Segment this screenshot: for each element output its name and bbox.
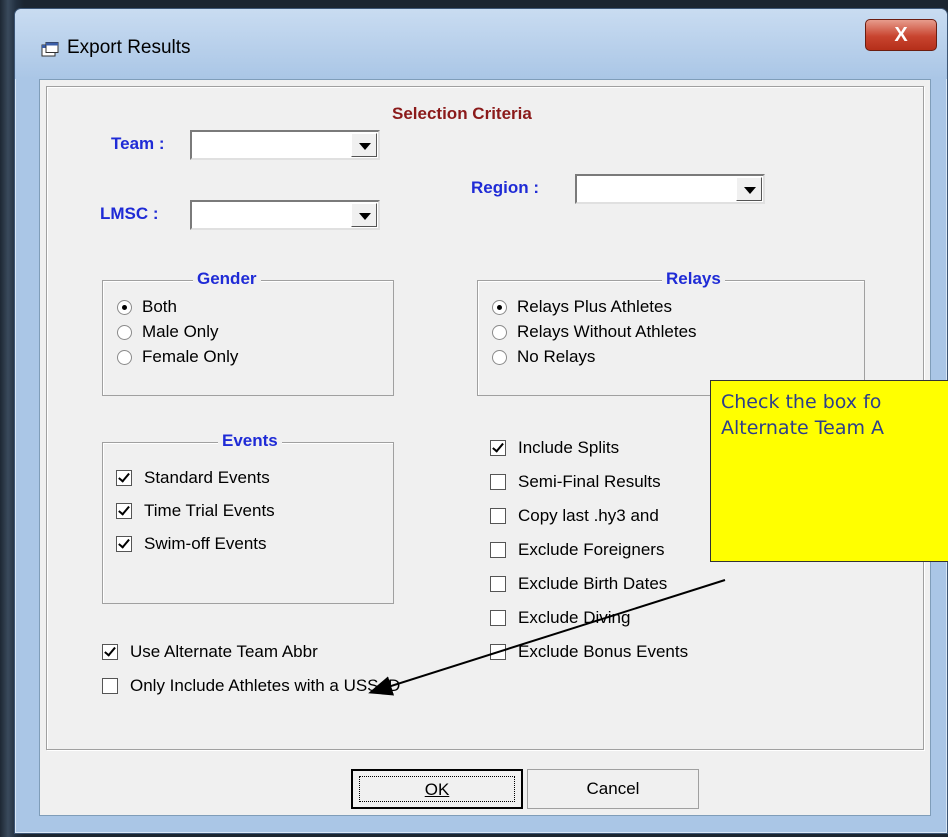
relays-group: Relays Relays Plus Athletes Relays Witho… xyxy=(477,269,865,396)
gender-both-label: Both xyxy=(142,297,177,316)
gender-title: Gender xyxy=(193,269,261,289)
no-relays-label: No Relays xyxy=(517,347,596,366)
relays-plus-radio[interactable]: Relays Plus Athletes xyxy=(492,297,672,317)
checkbox-checked-icon xyxy=(116,503,132,519)
chevron-down-icon[interactable] xyxy=(736,177,762,201)
gender-male-radio[interactable]: Male Only xyxy=(117,322,219,342)
ok-button[interactable]: OK xyxy=(351,769,523,809)
time-trial-events-checkbox[interactable]: Time Trial Events xyxy=(116,501,275,521)
checkbox-icon xyxy=(490,610,506,626)
semi-final-results-label: Semi-Final Results xyxy=(518,472,661,491)
title-bar[interactable]: Export Results X xyxy=(15,9,947,79)
radio-icon xyxy=(117,324,132,340)
events-title: Events xyxy=(218,431,282,451)
chevron-down-icon[interactable] xyxy=(351,203,377,227)
checkbox-icon xyxy=(490,576,506,592)
gender-female-radio[interactable]: Female Only xyxy=(117,347,238,367)
annotation-callout: Check the box fo Alternate Team A xyxy=(710,380,948,562)
swim-off-events-checkbox[interactable]: Swim-off Events xyxy=(116,534,267,554)
checkbox-checked-icon xyxy=(116,470,132,486)
include-splits-checkbox[interactable]: Include Splits xyxy=(490,438,619,458)
lmsc-label: LMSC : xyxy=(100,204,159,223)
gender-female-label: Female Only xyxy=(142,347,239,366)
region-label: Region : xyxy=(471,178,539,197)
team-dropdown[interactable] xyxy=(190,130,380,160)
copy-last-hy3-label: Copy last .hy3 and xyxy=(518,506,659,525)
checkbox-icon xyxy=(102,678,118,694)
radio-selected-icon xyxy=(492,299,507,315)
relays-without-label: Relays Without Athletes xyxy=(517,322,697,341)
lmsc-dropdown[interactable] xyxy=(190,200,380,230)
region-dropdown[interactable] xyxy=(575,174,765,204)
include-splits-label: Include Splits xyxy=(518,438,620,457)
exclude-birth-dates-checkbox[interactable]: Exclude Birth Dates xyxy=(490,574,667,594)
checkbox-icon xyxy=(490,474,506,490)
events-group: Events Standard Events Time Trial Events… xyxy=(102,431,394,604)
standard-events-checkbox[interactable]: Standard Events xyxy=(116,468,270,488)
exclude-foreigners-checkbox[interactable]: Exclude Foreigners xyxy=(490,540,664,560)
window-title: Export Results xyxy=(67,37,191,58)
only-uss-id-label: Only Include Athletes with a USS ID xyxy=(130,676,401,695)
callout-line-2: Alternate Team A xyxy=(721,417,885,439)
semi-final-results-checkbox[interactable]: Semi-Final Results xyxy=(490,472,661,492)
exclude-diving-checkbox[interactable]: Exclude Diving xyxy=(490,608,630,628)
exclude-bonus-events-checkbox[interactable]: Exclude Bonus Events xyxy=(490,642,688,662)
standard-events-label: Standard Events xyxy=(144,468,270,487)
exclude-diving-label: Exclude Diving xyxy=(518,608,631,627)
relays-without-radio[interactable]: Relays Without Athletes xyxy=(492,322,697,342)
exclude-bonus-events-label: Exclude Bonus Events xyxy=(518,642,689,661)
gender-group: Gender Both Male Only Female Only xyxy=(102,269,394,396)
selection-criteria-title: Selection Criteria xyxy=(392,104,532,123)
only-uss-id-checkbox[interactable]: Only Include Athletes with a USS ID xyxy=(102,676,400,696)
radio-selected-icon xyxy=(117,299,132,315)
time-trial-events-label: Time Trial Events xyxy=(144,501,275,520)
checkbox-icon xyxy=(490,508,506,524)
checkbox-icon xyxy=(490,542,506,558)
radio-icon xyxy=(492,349,507,365)
gender-male-label: Male Only xyxy=(142,322,219,341)
exclude-birth-dates-label: Exclude Birth Dates xyxy=(518,574,668,593)
radio-icon xyxy=(492,324,507,340)
no-relays-radio[interactable]: No Relays xyxy=(492,347,595,367)
checkbox-checked-icon xyxy=(116,536,132,552)
checkbox-checked-icon xyxy=(490,440,506,456)
use-alternate-team-abbr-checkbox[interactable]: Use Alternate Team Abbr xyxy=(102,642,318,662)
cancel-label: Cancel xyxy=(586,779,640,798)
close-button[interactable]: X xyxy=(865,19,937,51)
copy-last-hy3-checkbox[interactable]: Copy last .hy3 and xyxy=(490,506,659,526)
close-icon: X xyxy=(894,24,908,46)
radio-icon xyxy=(117,349,132,365)
swim-off-events-label: Swim-off Events xyxy=(144,534,267,553)
relays-title: Relays xyxy=(662,269,725,289)
checkbox-checked-icon xyxy=(102,644,118,660)
gender-both-radio[interactable]: Both xyxy=(117,297,177,317)
team-label: Team : xyxy=(111,134,165,153)
cancel-button[interactable]: Cancel xyxy=(527,769,699,809)
callout-line-1: Check the box fo xyxy=(721,391,882,413)
window-icon xyxy=(41,42,59,57)
relays-plus-label: Relays Plus Athletes xyxy=(517,297,672,316)
focus-rect xyxy=(359,776,515,802)
chevron-down-icon[interactable] xyxy=(351,133,377,157)
use-alternate-team-abbr-label: Use Alternate Team Abbr xyxy=(130,642,318,661)
exclude-foreigners-label: Exclude Foreigners xyxy=(518,540,665,559)
checkbox-icon xyxy=(490,644,506,660)
